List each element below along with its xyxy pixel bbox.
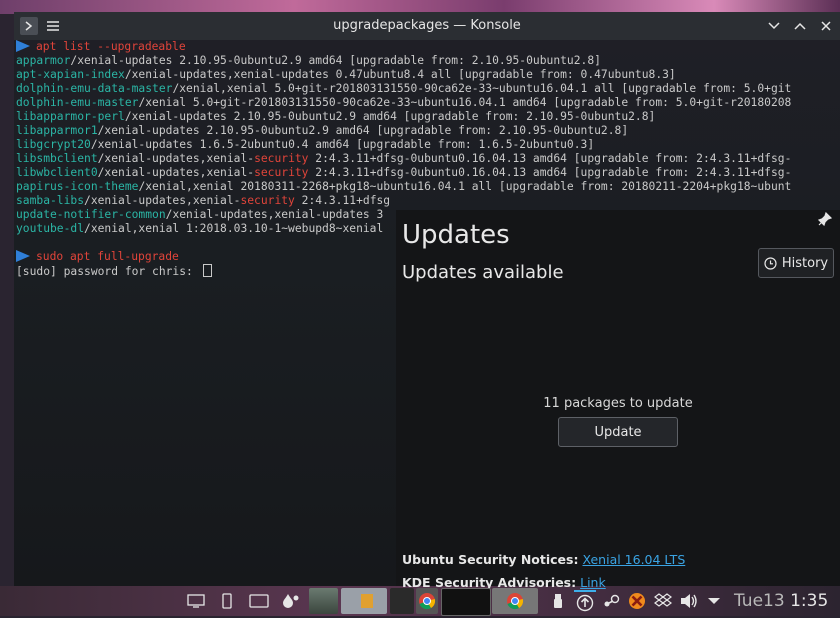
package-name: apparmor [16,54,71,67]
prompt-arrow-icon [16,250,30,262]
folder-icon [361,594,373,608]
phone-icon[interactable] [218,590,236,612]
command-text: apt list --upgradeable [36,40,186,53]
package-info: /xenial-updates 2.10.95-0ubuntu2.9 amd64… [124,110,656,123]
task-thumbnail[interactable] [390,588,414,614]
window-title: upgradepackages — Konsole [333,18,521,33]
package-info: 2:4.3.11+dfsg-0ubuntu0.16.04.13 amd64 [u… [308,152,792,165]
clock-date: Tue13 [734,591,785,611]
terminal-line: libwbclient0/xenial-updates,xenial-secur… [16,166,791,180]
package-info: /xenial-updates,xenial-updates 3 [165,208,384,221]
package-name: update-notifier-common [16,208,166,221]
konsole-task[interactable] [441,588,491,616]
tray-expand-icon[interactable] [704,590,724,612]
clock-icon [764,256,777,270]
package-name: apt-xapian-index [16,68,125,81]
updates-tray-icon[interactable] [574,590,596,614]
package-info: /xenial-updates,xenial-updates 0.47ubunt… [124,68,676,81]
clock-time: 1:35 [790,591,829,611]
terminal-line: libsmbclient/xenial-updates,xenial-secur… [16,152,791,166]
terminal-line: apparmor/xenial-updates 2.10.95-0ubuntu2… [16,54,601,68]
title-bar[interactable]: upgradepackages — Konsole [14,12,840,40]
package-info: /xenial,xenial 20180311-2268+pkg18~ubunt… [138,180,792,193]
terminal-line: papirus-icon-theme/xenial,xenial 2018031… [16,180,791,194]
history-label: History [781,255,829,271]
package-info: /xenial-updates 2.10.95-0ubuntu2.9 amd64… [97,124,629,137]
package-name: dolphin-emu-data-master [16,82,173,95]
volume-icon[interactable] [678,590,700,612]
usb-icon[interactable] [550,590,566,612]
steam-icon[interactable] [600,590,622,612]
terminal-line: apt-xapian-index/xenial-updates,xenial-u… [16,68,676,82]
chrome-task-active[interactable] [492,588,538,614]
package-name: libapparmor1 [16,124,98,137]
package-info: /xenial-updates 2.10.95-0ubuntu2.9 amd64… [70,54,601,67]
sudo-prompt: [sudo] password for chris: [16,265,200,278]
package-info: /xenial-updates,xenial- [97,152,255,165]
terminal-line: update-notifier-common/xenial-updates,xe… [16,208,383,222]
updates-panel: Updates Updates available History 11 pac… [396,210,840,590]
terminal-line: dolphin-emu-master/xenial 5.0+git-r20180… [16,96,791,110]
terminal-line: libapparmor-perl/xenial-updates 2.10.95-… [16,110,655,124]
taskbar: Tue13 1:35 [0,586,840,616]
terminal-line: dolphin-emu-data-master/xenial,xenial 5.… [16,82,791,96]
water-drop-icon[interactable] [280,590,302,612]
package-info: /xenial-updates,xenial- [97,166,255,179]
clock[interactable]: Tue13 1:35 [734,591,828,611]
package-info: /xenial,xenial 5.0+git-r201803131550-90c… [172,82,792,95]
package-info: /xenial 5.0+git-r201803131550-90ca62e-33… [138,96,792,109]
package-count: 11 packages to update [543,396,693,411]
package-name: libapparmor-perl [16,110,125,123]
package-name: dolphin-emu-master [16,96,139,109]
terminal-line: libgcrypt20/xenial-updates 1.6.5-2ubuntu… [16,138,594,152]
updates-subtitle: Updates available [402,262,564,283]
terminal-area[interactable]: apt list --upgradeable apparmor/xenial-u… [14,40,840,590]
package-info: 2:4.3.11+dfsg-0ubuntu0.16.04.13 amd64 [u… [308,166,792,179]
konsole-window: upgradepackages — Konsole apt list --upg… [14,12,840,590]
package-name: libwbclient0 [16,166,98,179]
terminal-line: samba-libs/xenial-updates,xenial-securit… [16,194,390,208]
terminal-line: apt list --upgradeable [16,40,186,54]
close-icon[interactable] [816,16,836,36]
text-cursor [202,264,212,277]
package-name: libsmbclient [16,152,98,165]
ubuntu-notices-link[interactable]: Xenial 16.04 LTS [582,552,685,567]
history-button[interactable]: History [758,248,834,278]
chrome-task[interactable] [416,588,438,614]
prompt-arrow-icon [16,40,30,52]
package-info: /xenial,xenial 1:2018.03.10-1~webupd8~xe… [84,222,384,235]
dropbox-icon[interactable] [652,590,674,612]
maximize-icon[interactable] [790,16,810,36]
show-desktop-icon[interactable] [186,590,206,612]
ubuntu-notices: Ubuntu Security Notices: Xenial 16.04 LTS [402,552,685,567]
command-text: sudo apt full-upgrade [36,250,179,263]
security-tag: security [254,152,309,165]
package-info: /xenial-updates,xenial- [84,194,241,207]
terminal-line: youtube-dl/xenial,xenial 1:2018.03.10-1~… [16,222,383,236]
task-thumbnail[interactable] [309,588,338,614]
package-info: 2:4.3.11+dfsg [294,194,391,207]
package-name: libgcrypt20 [16,138,91,151]
pin-icon[interactable] [818,212,832,226]
security-tag: security [240,194,295,207]
update-button[interactable]: Update [558,417,678,447]
minimize-icon[interactable] [764,16,784,36]
ubuntu-notices-label: Ubuntu Security Notices: [402,552,579,567]
updates-title: Updates [402,220,510,250]
chrome-icon [419,593,436,610]
task-file-manager[interactable] [341,588,387,614]
terminal-line: libapparmor1/xenial-updates 2.10.95-0ubu… [16,124,628,138]
security-tag: security [254,166,309,179]
crossover-icon[interactable] [626,590,648,612]
tablet-icon[interactable] [248,590,270,612]
terminal-line: sudo apt full-upgrade [16,250,179,264]
package-name: papirus-icon-theme [16,180,139,193]
package-name: youtube-dl [16,222,85,235]
package-info: /xenial-updates 1.6.5-2ubuntu0.4 amd64 [… [90,138,595,151]
package-name: samba-libs [16,194,85,207]
chrome-icon [507,593,524,610]
terminal-line: [sudo] password for chris: [16,264,212,278]
